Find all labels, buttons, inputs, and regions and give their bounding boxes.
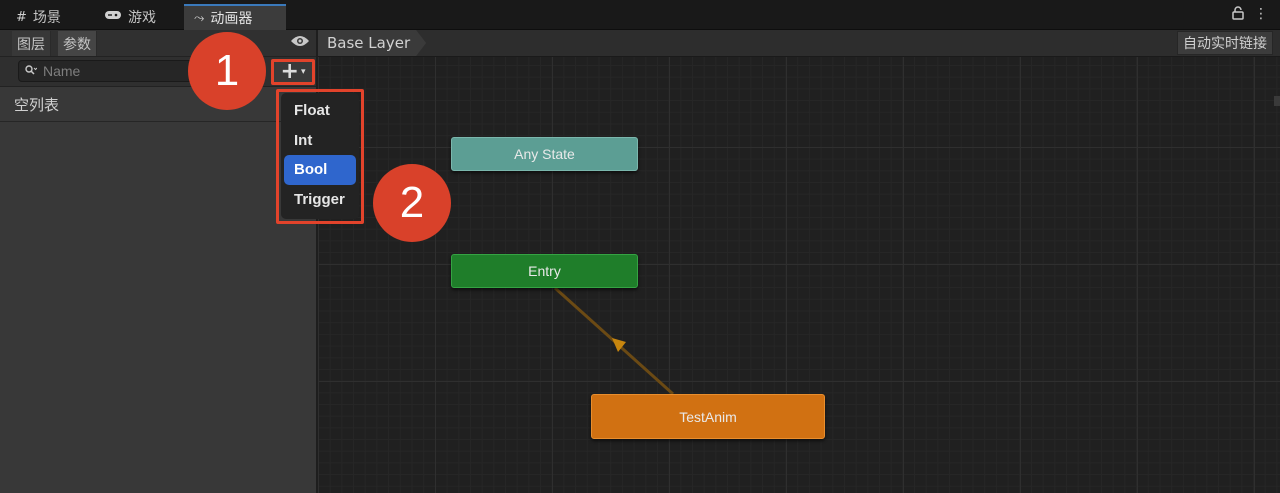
add-parameter-button[interactable]: + ▾ [271, 59, 315, 85]
default-state-node[interactable]: TestAnim [591, 394, 825, 439]
empty-list-label: 空列表 [0, 87, 316, 122]
tab-animator[interactable]: ⤳ 动画器 [184, 4, 286, 30]
callout-step-2: 2 [373, 164, 451, 242]
tab-scene-label: 场景 [32, 10, 61, 26]
more-options-icon[interactable]: ⋮ [1254, 6, 1268, 24]
menu-item-int[interactable]: Int [284, 126, 356, 156]
tab-scene[interactable]: # 场景 [6, 4, 71, 30]
any-state-node[interactable]: Any State [451, 137, 638, 171]
menu-item-float[interactable]: Float [284, 96, 356, 126]
menu-item-bool[interactable]: Bool [284, 155, 356, 185]
chevron-down-icon: ▾ [300, 67, 306, 77]
parameter-type-menu: Float Int Bool Trigger [281, 93, 359, 219]
tab-layers[interactable]: 图层 [12, 31, 51, 56]
auto-live-link-button[interactable]: 自动实时链接 [1177, 31, 1273, 55]
gamepad-icon [104, 9, 122, 25]
grid-icon: # [16, 9, 27, 25]
search-input[interactable] [43, 63, 183, 79]
breadcrumb-base-layer[interactable]: Base Layer [318, 30, 426, 56]
panel-tabs: 图层 参数 [0, 30, 316, 57]
search-row: + ▾ [0, 57, 316, 87]
tab-game-label: 游戏 [128, 10, 156, 26]
callout-step-1: 1 [188, 32, 266, 110]
parameters-panel: 图层 参数 + ▾ 空列表 [0, 30, 318, 493]
animator-graph[interactable]: Any State Entry TestAnim Base Layer 自动实时… [318, 30, 1280, 493]
graph-toolbar: Base Layer 自动实时链接 [318, 30, 1280, 57]
search-icon [25, 64, 38, 78]
plus-icon: + [280, 59, 299, 84]
search-field[interactable] [18, 60, 198, 82]
tab-parameters[interactable]: 参数 [58, 31, 97, 56]
lock-icon[interactable] [1232, 6, 1244, 24]
tab-animator-label: 动画器 [210, 11, 253, 27]
breadcrumb-label: Base Layer [327, 34, 411, 52]
window-controls: ⋮ [1232, 6, 1268, 24]
menu-item-trigger[interactable]: Trigger [284, 185, 356, 215]
eye-icon[interactable] [290, 34, 310, 52]
entry-node[interactable]: Entry [451, 254, 638, 288]
scrollbar[interactable] [1274, 96, 1280, 106]
animator-icon: ⤳ [194, 10, 205, 26]
editor-tab-bar: # 场景 游戏 ⤳ 动画器 ⋮ [0, 0, 1280, 30]
tab-game[interactable]: 游戏 [94, 4, 166, 30]
